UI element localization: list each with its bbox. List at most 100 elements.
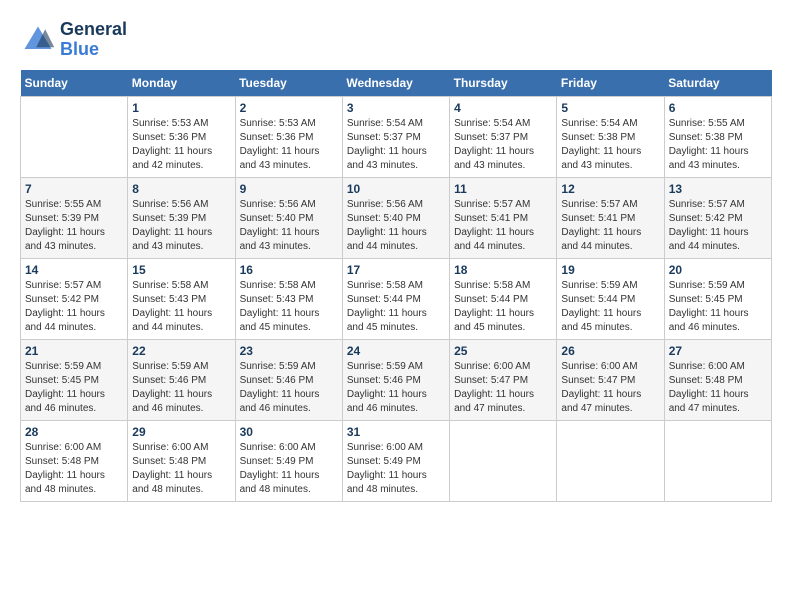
calendar-table: SundayMondayTuesdayWednesdayThursdayFrid… bbox=[20, 70, 772, 502]
day-number: 22 bbox=[132, 344, 230, 358]
header-cell-monday: Monday bbox=[128, 70, 235, 97]
logo: General Blue bbox=[20, 20, 127, 60]
header-cell-saturday: Saturday bbox=[664, 70, 771, 97]
header-cell-thursday: Thursday bbox=[450, 70, 557, 97]
day-cell bbox=[450, 420, 557, 501]
day-info: Sunrise: 5:54 AMSunset: 5:37 PMDaylight:… bbox=[454, 117, 552, 173]
day-cell: 26 Sunrise: 6:00 AMSunset: 5:47 PMDayligh… bbox=[557, 339, 664, 420]
day-cell: 28 Sunrise: 6:00 AMSunset: 5:48 PMDayligh… bbox=[21, 420, 128, 501]
day-number: 25 bbox=[454, 344, 552, 358]
day-cell bbox=[664, 420, 771, 501]
day-info: Sunrise: 5:57 AMSunset: 5:42 PMDaylight:… bbox=[669, 198, 767, 254]
day-cell: 5 Sunrise: 5:54 AMSunset: 5:38 PMDaylight… bbox=[557, 96, 664, 177]
day-cell: 18Sunrise: 5:58 AMSunset: 5:44 PMDayligh… bbox=[450, 258, 557, 339]
day-cell: 4 Sunrise: 5:54 AMSunset: 5:37 PMDaylight… bbox=[450, 96, 557, 177]
day-info: Sunrise: 5:58 AMSunset: 5:44 PMDaylight:… bbox=[454, 279, 552, 335]
week-row-5: 28 Sunrise: 6:00 AMSunset: 5:48 PMDayligh… bbox=[21, 420, 772, 501]
day-cell: 31 Sunrise: 6:00 AMSunset: 5:49 PMDayligh… bbox=[342, 420, 449, 501]
day-number: 26 bbox=[561, 344, 659, 358]
day-number: 14 bbox=[25, 263, 123, 277]
day-info: Sunrise: 5:55 AMSunset: 5:38 PMDaylight:… bbox=[669, 117, 767, 173]
day-cell: 7Sunrise: 5:55 AMSunset: 5:39 PMDaylight… bbox=[21, 177, 128, 258]
day-number: 30 bbox=[240, 425, 338, 439]
day-number: 23 bbox=[240, 344, 338, 358]
day-number: 21 bbox=[25, 344, 123, 358]
day-cell: 22Sunrise: 5:59 AMSunset: 5:46 PMDayligh… bbox=[128, 339, 235, 420]
header-cell-friday: Friday bbox=[557, 70, 664, 97]
header: General Blue bbox=[20, 20, 772, 60]
day-cell: 24 Sunrise: 5:59 AMSunset: 5:46 PMDayligh… bbox=[342, 339, 449, 420]
day-cell: 12Sunrise: 5:57 AMSunset: 5:41 PMDayligh… bbox=[557, 177, 664, 258]
day-number: 7 bbox=[25, 182, 123, 196]
day-cell: 20 Sunrise: 5:59 AMSunset: 5:45 PMDayligh… bbox=[664, 258, 771, 339]
day-cell: 9Sunrise: 5:56 AMSunset: 5:40 PMDaylight… bbox=[235, 177, 342, 258]
day-number: 2 bbox=[240, 101, 338, 115]
logo-text-line2: Blue bbox=[60, 40, 127, 60]
day-cell: 2Sunrise: 5:53 AMSunset: 5:36 PMDaylight… bbox=[235, 96, 342, 177]
day-info: Sunrise: 5:59 AMSunset: 5:45 PMDaylight:… bbox=[669, 279, 767, 335]
day-number: 20 bbox=[669, 263, 767, 277]
day-number: 12 bbox=[561, 182, 659, 196]
day-info: Sunrise: 6:00 AMSunset: 5:47 PMDaylight:… bbox=[561, 360, 659, 416]
day-cell: 15 Sunrise: 5:58 AMSunset: 5:43 PMDayligh… bbox=[128, 258, 235, 339]
day-number: 13 bbox=[669, 182, 767, 196]
logo-icon bbox=[20, 22, 56, 58]
day-number: 31 bbox=[347, 425, 445, 439]
header-row: SundayMondayTuesdayWednesdayThursdayFrid… bbox=[21, 70, 772, 97]
header-cell-tuesday: Tuesday bbox=[235, 70, 342, 97]
day-cell: 3Sunrise: 5:54 AMSunset: 5:37 PMDaylight… bbox=[342, 96, 449, 177]
day-number: 8 bbox=[132, 182, 230, 196]
day-cell: 21 Sunrise: 5:59 AMSunset: 5:45 PMDayligh… bbox=[21, 339, 128, 420]
day-info: Sunrise: 5:59 AMSunset: 5:44 PMDaylight:… bbox=[561, 279, 659, 335]
day-info: Sunrise: 6:00 AMSunset: 5:48 PMDaylight:… bbox=[25, 441, 123, 497]
day-info: Sunrise: 5:56 AMSunset: 5:39 PMDaylight:… bbox=[132, 198, 230, 254]
day-number: 27 bbox=[669, 344, 767, 358]
day-number: 11 bbox=[454, 182, 552, 196]
day-number: 15 bbox=[132, 263, 230, 277]
day-cell: 1 Sunrise: 5:53 AMSunset: 5:36 PMDaylight… bbox=[128, 96, 235, 177]
day-info: Sunrise: 5:59 AMSunset: 5:46 PMDaylight:… bbox=[347, 360, 445, 416]
week-row-3: 14 Sunrise: 5:57 AMSunset: 5:42 PMDayligh… bbox=[21, 258, 772, 339]
day-info: Sunrise: 5:57 AMSunset: 5:42 PMDaylight:… bbox=[25, 279, 123, 335]
day-cell: 29Sunrise: 6:00 AMSunset: 5:48 PMDayligh… bbox=[128, 420, 235, 501]
day-cell: 25 Sunrise: 6:00 AMSunset: 5:47 PMDayligh… bbox=[450, 339, 557, 420]
day-info: Sunrise: 5:57 AMSunset: 5:41 PMDaylight:… bbox=[454, 198, 552, 254]
day-cell: 8 Sunrise: 5:56 AMSunset: 5:39 PMDaylight… bbox=[128, 177, 235, 258]
day-cell: 10 Sunrise: 5:56 AMSunset: 5:40 PMDayligh… bbox=[342, 177, 449, 258]
day-number: 24 bbox=[347, 344, 445, 358]
day-cell: 30 Sunrise: 6:00 AMSunset: 5:49 PMDayligh… bbox=[235, 420, 342, 501]
day-number: 28 bbox=[25, 425, 123, 439]
week-row-1: 1 Sunrise: 5:53 AMSunset: 5:36 PMDaylight… bbox=[21, 96, 772, 177]
day-info: Sunrise: 5:59 AMSunset: 5:45 PMDaylight:… bbox=[25, 360, 123, 416]
day-info: Sunrise: 6:00 AMSunset: 5:48 PMDaylight:… bbox=[669, 360, 767, 416]
day-info: Sunrise: 5:59 AMSunset: 5:46 PMDaylight:… bbox=[240, 360, 338, 416]
day-cell: 16 Sunrise: 5:58 AMSunset: 5:43 PMDayligh… bbox=[235, 258, 342, 339]
day-info: Sunrise: 6:00 AMSunset: 5:48 PMDaylight:… bbox=[132, 441, 230, 497]
day-cell: 23 Sunrise: 5:59 AMSunset: 5:46 PMDayligh… bbox=[235, 339, 342, 420]
calendar-body: 1 Sunrise: 5:53 AMSunset: 5:36 PMDaylight… bbox=[21, 96, 772, 501]
day-number: 4 bbox=[454, 101, 552, 115]
day-info: Sunrise: 5:56 AMSunset: 5:40 PMDaylight:… bbox=[347, 198, 445, 254]
day-cell: 6 Sunrise: 5:55 AMSunset: 5:38 PMDaylight… bbox=[664, 96, 771, 177]
day-info: Sunrise: 6:00 AMSunset: 5:49 PMDaylight:… bbox=[347, 441, 445, 497]
header-cell-wednesday: Wednesday bbox=[342, 70, 449, 97]
day-cell: 27 Sunrise: 6:00 AMSunset: 5:48 PMDayligh… bbox=[664, 339, 771, 420]
day-info: Sunrise: 5:58 AMSunset: 5:43 PMDaylight:… bbox=[132, 279, 230, 335]
day-number: 10 bbox=[347, 182, 445, 196]
day-info: Sunrise: 5:58 AMSunset: 5:44 PMDaylight:… bbox=[347, 279, 445, 335]
day-number: 1 bbox=[132, 101, 230, 115]
day-info: Sunrise: 5:54 AMSunset: 5:37 PMDaylight:… bbox=[347, 117, 445, 173]
day-info: Sunrise: 5:54 AMSunset: 5:38 PMDaylight:… bbox=[561, 117, 659, 173]
day-number: 17 bbox=[347, 263, 445, 277]
day-info: Sunrise: 5:53 AMSunset: 5:36 PMDaylight:… bbox=[132, 117, 230, 173]
day-info: Sunrise: 6:00 AMSunset: 5:49 PMDaylight:… bbox=[240, 441, 338, 497]
day-cell bbox=[557, 420, 664, 501]
day-number: 6 bbox=[669, 101, 767, 115]
day-cell: 13 Sunrise: 5:57 AMSunset: 5:42 PMDayligh… bbox=[664, 177, 771, 258]
day-number: 19 bbox=[561, 263, 659, 277]
week-row-2: 7Sunrise: 5:55 AMSunset: 5:39 PMDaylight… bbox=[21, 177, 772, 258]
day-info: Sunrise: 5:58 AMSunset: 5:43 PMDaylight:… bbox=[240, 279, 338, 335]
day-number: 5 bbox=[561, 101, 659, 115]
day-number: 16 bbox=[240, 263, 338, 277]
day-info: Sunrise: 6:00 AMSunset: 5:47 PMDaylight:… bbox=[454, 360, 552, 416]
